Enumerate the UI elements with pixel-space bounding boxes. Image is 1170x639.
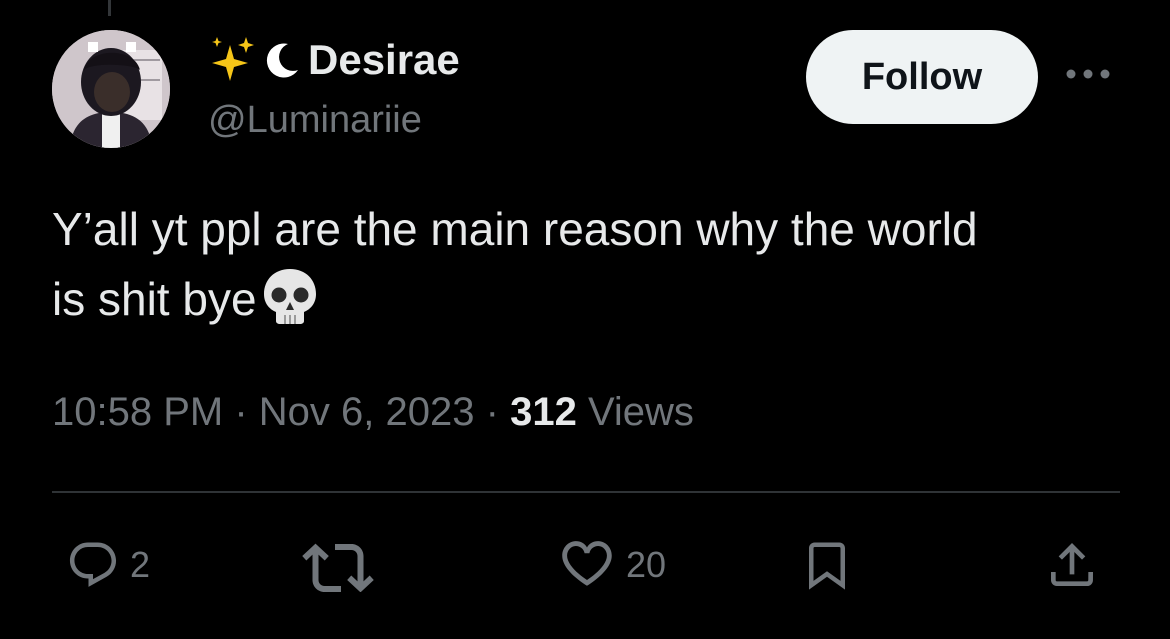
thread-connector-line: [108, 0, 111, 16]
skull-icon: [263, 269, 316, 324]
avatar-image: [52, 30, 170, 148]
views-label: Views: [587, 390, 694, 434]
like-icon: [562, 541, 612, 586]
post-meta: 10:58 PM · Nov 6, 2023 · 312 Views: [52, 388, 694, 436]
repost-button[interactable]: [302, 535, 384, 595]
meta-separator: ·: [485, 390, 499, 434]
reply-button[interactable]: 2: [66, 535, 150, 595]
more-icon[interactable]: [1065, 66, 1111, 82]
reply-icon: [69, 542, 117, 587]
avatar[interactable]: [52, 30, 170, 148]
follow-button[interactable]: Follow: [806, 30, 1038, 124]
user-handle[interactable]: @Luminariie: [208, 100, 460, 140]
post-text: Y’all yt ppl are the main reason why the…: [52, 194, 1132, 334]
share-button[interactable]: [1044, 535, 1100, 595]
views-count: 312: [510, 390, 577, 434]
crescent-moon-icon: [266, 43, 298, 78]
post-header: Desirae @Luminariie Follow: [52, 30, 1120, 150]
repost-icon: [302, 543, 374, 592]
share-icon: [1051, 543, 1093, 586]
meta-separator: ·: [234, 390, 248, 434]
display-name-text: Desirae: [308, 36, 460, 83]
display-name[interactable]: Desirae: [208, 34, 460, 86]
post-date[interactable]: Nov 6, 2023: [259, 390, 475, 434]
reply-count: 2: [130, 544, 151, 585]
post-text-line-2: is shit bye: [52, 264, 1132, 334]
sparkles-icon: [212, 37, 254, 81]
bookmark-button[interactable]: [800, 535, 854, 595]
author-names: Desirae @Luminariie: [208, 34, 460, 140]
like-count: 20: [626, 544, 667, 585]
bookmark-icon: [809, 542, 845, 590]
post-text-line-2-words: is shit bye: [52, 273, 257, 325]
like-button[interactable]: 20: [558, 535, 666, 595]
post-time[interactable]: 10:58 PM: [52, 390, 223, 434]
divider: [52, 491, 1120, 493]
post-text-line-1: Y’all yt ppl are the main reason why the…: [52, 203, 978, 255]
